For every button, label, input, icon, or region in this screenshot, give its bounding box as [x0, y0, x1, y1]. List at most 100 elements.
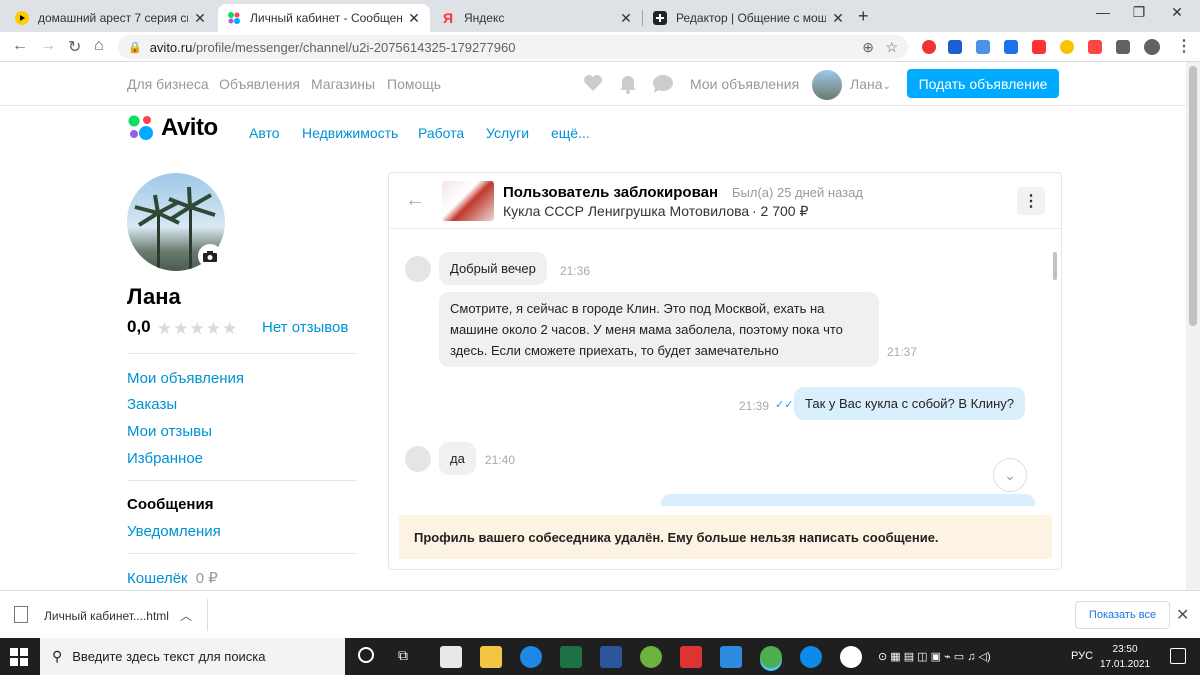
sidebar-item-orders[interactable]: Заказы [127, 396, 177, 413]
reload-icon[interactable]: ↻ [68, 37, 81, 57]
mail-icon[interactable] [720, 646, 742, 668]
system-tray-icons[interactable]: ⊙ ▦ ▤ ◫ ▣ ⌁ ▭ ♫ ◁) [878, 650, 991, 663]
edge-icon[interactable] [800, 646, 822, 668]
sidebar-item-my-reviews[interactable]: Мои отзывы [127, 423, 212, 440]
message-time: 21:39 [739, 399, 770, 413]
heart-icon[interactable] [582, 73, 604, 98]
avito-logo[interactable]: Avito [127, 114, 218, 142]
word-icon[interactable] [600, 646, 622, 668]
message-list[interactable]: Добрый вечер 21:36 Смотрите, я сейчас в … [389, 230, 1061, 506]
task-view-icon[interactable]: ⧉ [398, 647, 408, 664]
explorer-icon[interactable] [480, 646, 502, 668]
nav-help[interactable]: Помощь [387, 76, 441, 92]
forward-icon[interactable]: → [40, 37, 56, 55]
new-tab-icon[interactable]: + [858, 6, 869, 27]
show-all-downloads-button[interactable]: Показать все [1075, 601, 1170, 629]
tab-yandex[interactable]: Я Яндекс ✕ [432, 4, 642, 32]
yandex-icon[interactable] [840, 646, 862, 668]
back-arrow-icon[interactable]: ← [405, 189, 425, 212]
sidebar-item-wallet[interactable]: Кошелёк 0 ₽ [127, 569, 218, 587]
nav-ads[interactable]: Объявления [219, 76, 300, 92]
sidebar-item-favorites[interactable]: Избранное [127, 450, 203, 467]
download-item[interactable]: Личный кабинет....html [44, 609, 169, 623]
post-ad-button[interactable]: Подать объявление [907, 69, 1059, 98]
star-icon: ★ [189, 319, 206, 338]
logo-text: Avito [161, 114, 218, 141]
message-line: Смотрите, я сейчас в городе Клин. Это по… [450, 301, 825, 316]
notifications-icon[interactable] [1170, 648, 1186, 664]
store-icon[interactable] [440, 646, 462, 668]
product-link[interactable]: Кукла СССР Ленигрушка Мотовилова [503, 203, 749, 219]
url-bar[interactable]: 🔒 avito.ru /profile/messenger/channel/u2… [118, 35, 908, 59]
windows-start-icon[interactable] [10, 648, 28, 666]
sidebar-item-notifications[interactable]: Уведомления [127, 523, 221, 540]
camera-icon[interactable] [198, 244, 222, 268]
bookmark-star-icon[interactable]: ☆ [885, 39, 898, 56]
divider [207, 599, 208, 631]
user-menu[interactable]: Лана⌄ [850, 76, 891, 92]
more-options-icon[interactable]: ⋮ [1017, 187, 1045, 215]
taskbar-search[interactable]: ⚲ Введите здесь текст для поиска [40, 638, 345, 675]
clock[interactable]: 23:50 17.01.2021 [1100, 642, 1150, 672]
excel-icon[interactable] [560, 646, 582, 668]
teamviewer-icon[interactable] [520, 646, 542, 668]
tab-domashniy-arest[interactable]: домашний арест 7 серия смотр ✕ [6, 4, 216, 32]
message-bubble-outgoing [661, 494, 1035, 506]
cortana-icon[interactable] [358, 647, 374, 663]
yandex-icon: Я [442, 10, 454, 26]
home-icon[interactable]: ⌂ [94, 37, 104, 55]
nav-shops[interactable]: Магазины [311, 76, 375, 92]
extension-puzzle-blue-icon[interactable] [976, 40, 990, 54]
close-icon[interactable]: ✕ [1176, 605, 1189, 625]
tab-separator [642, 10, 643, 26]
category-jobs[interactable]: Работа [418, 125, 464, 141]
page-scrollbar[interactable] [1186, 62, 1200, 590]
profile-rating: 0,0 [127, 317, 151, 336]
close-tab-icon[interactable]: ✕ [618, 10, 634, 27]
browser-menu-icon[interactable]: ⋮ [1176, 36, 1192, 56]
extension-yandex-icon[interactable] [1032, 40, 1046, 54]
extension-ya2-icon[interactable] [1088, 40, 1102, 54]
extension-target-icon[interactable] [922, 40, 936, 54]
chevron-up-icon[interactable]: ︿ [180, 607, 192, 624]
close-tab-icon[interactable]: ✕ [192, 10, 208, 27]
extensions-puzzle-icon[interactable] [1116, 40, 1130, 54]
product-thumbnail[interactable] [442, 181, 494, 221]
file-icon [14, 606, 28, 623]
chrome-icon[interactable] [760, 646, 782, 668]
close-window-icon[interactable]: ✕ [1154, 4, 1200, 21]
back-icon[interactable]: ← [12, 37, 28, 55]
extension-ya-icon[interactable] [948, 40, 962, 54]
scrollbar-thumb[interactable] [1189, 66, 1197, 326]
address-toolbar: ← → ↻ ⌂ 🔒 avito.ru /profile/messenger/ch… [0, 32, 1200, 62]
nav-my-ads[interactable]: Мои объявления [690, 76, 799, 92]
tab-avito-messages[interactable]: Личный кабинет - Сообщения - ✕ [218, 4, 430, 32]
divider [127, 553, 357, 554]
scroll-down-icon[interactable]: ⌄ [993, 458, 1027, 492]
category-more[interactable]: ещё... [551, 125, 590, 141]
user-avatar[interactable] [812, 70, 842, 100]
category-auto[interactable]: Авто [249, 125, 280, 141]
message-bubble-outgoing: Так у Вас кукла с собой? В Клину? [794, 387, 1025, 420]
close-tab-icon[interactable]: ✕ [406, 10, 422, 27]
sidebar-item-my-ads[interactable]: Мои объявления [127, 370, 244, 387]
extension-search-icon[interactable] [1004, 40, 1018, 54]
message-bubble: да [439, 442, 476, 475]
extension-color-icon[interactable] [1060, 40, 1074, 54]
bell-icon[interactable] [618, 73, 638, 100]
language-indicator[interactable]: РУС [1071, 650, 1093, 662]
nav-business[interactable]: Для бизнеса [127, 76, 209, 92]
zoom-icon[interactable]: ⊕ [862, 39, 874, 56]
tab-editor[interactable]: Редактор | Общение с мошенн ✕ [644, 4, 854, 32]
chat-bubble-icon[interactable] [652, 74, 674, 99]
profile-avatar-icon[interactable] [1144, 39, 1160, 55]
scrollbar[interactable] [1053, 252, 1057, 280]
tab-title: Яндекс [464, 11, 505, 25]
picasa-icon[interactable] [640, 646, 662, 668]
yandex-browser-icon[interactable] [680, 646, 702, 668]
sidebar-item-messages[interactable]: Сообщения [127, 496, 213, 513]
reviews-link[interactable]: Нет отзывов [262, 319, 348, 336]
category-realty[interactable]: Недвижимость [302, 125, 398, 141]
category-services[interactable]: Услуги [486, 125, 529, 141]
close-tab-icon[interactable]: ✕ [830, 10, 846, 27]
